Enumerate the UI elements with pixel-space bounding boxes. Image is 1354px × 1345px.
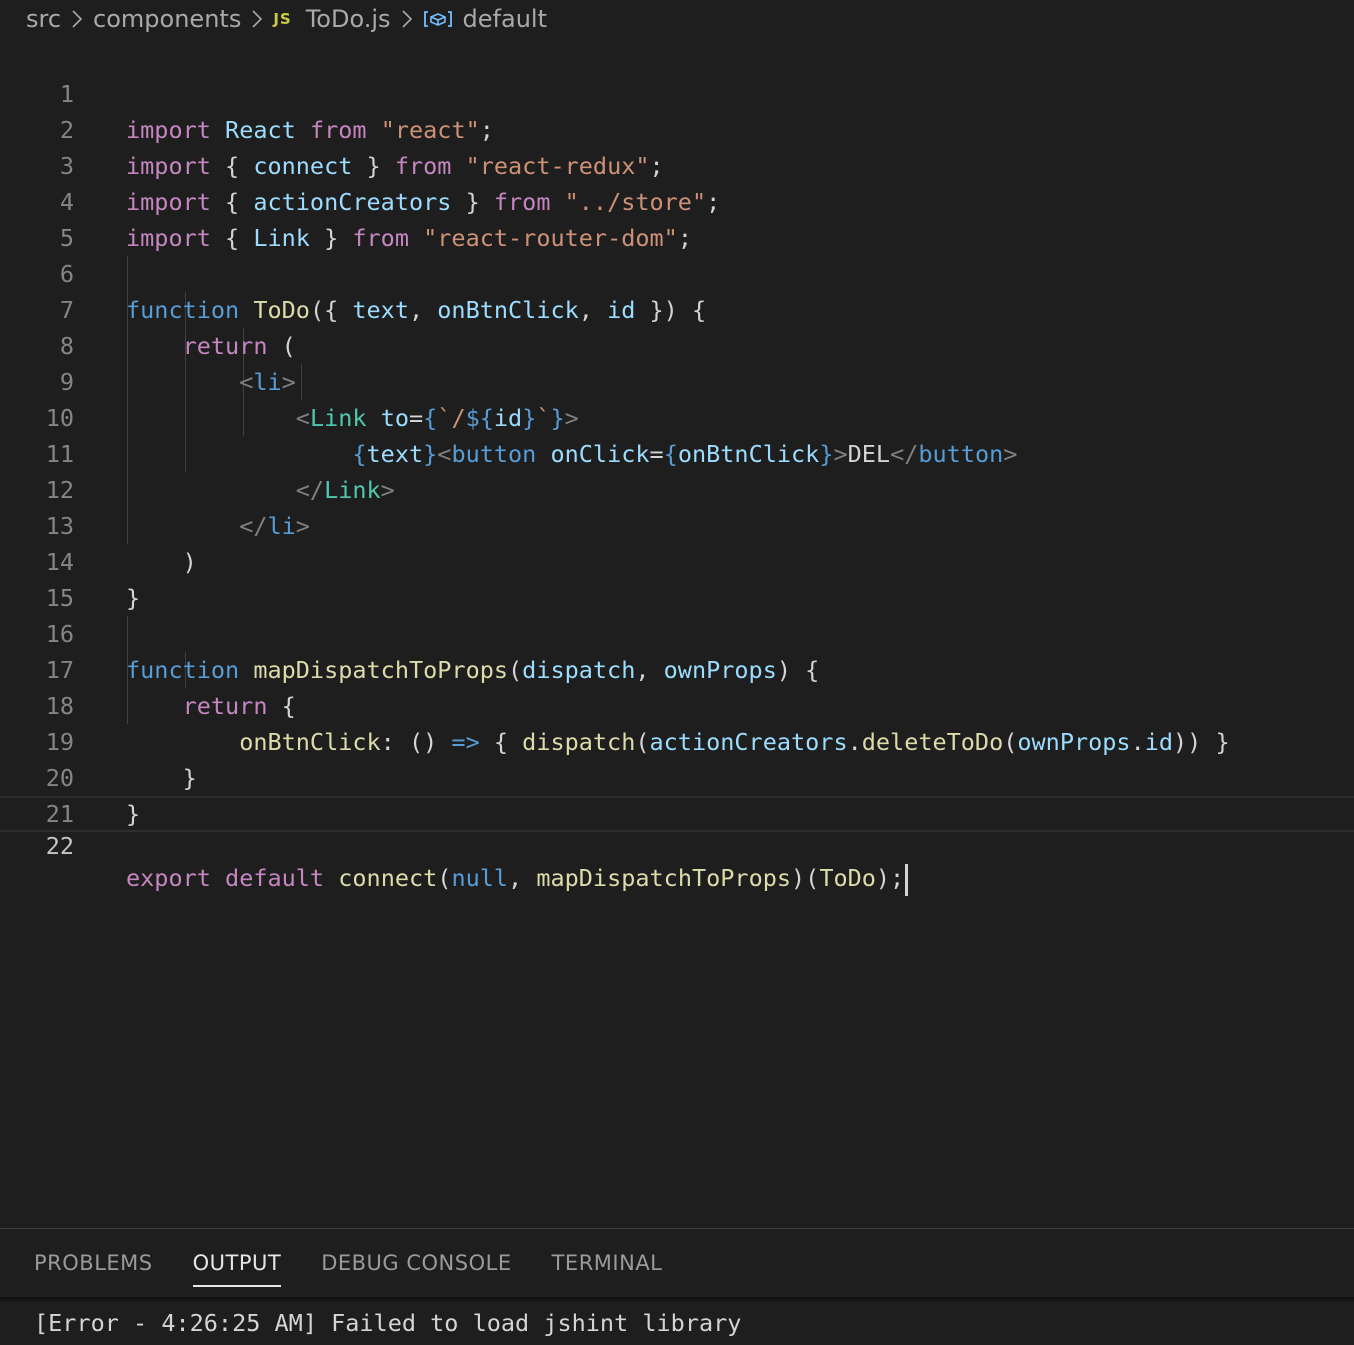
code-line[interactable]: 10 {text}<button onClick={onBtnClick}>DE… <box>0 364 1354 468</box>
code-line[interactable]: 9 <Link to={`/${id}`}> <box>0 328 1354 432</box>
bottom-panel: PROBLEMS OUTPUT DEBUG CONSOLE TERMINAL [… <box>0 1228 1354 1345</box>
output-log-line: [Error - 4:26:25 AM] Failed to load jshi… <box>34 1309 742 1337</box>
code-line[interactable]: 3 import { actionCreators } from "../sto… <box>0 112 1354 216</box>
chevron-right-icon <box>71 9 83 29</box>
code-line[interactable]: 15 <box>0 544 1354 612</box>
tab-problems[interactable]: PROBLEMS <box>34 1251 153 1287</box>
tab-debug-console[interactable]: DEBUG CONSOLE <box>321 1251 511 1287</box>
symbol-variable-icon <box>423 9 453 29</box>
text-cursor <box>905 863 909 896</box>
tab-output[interactable]: OUTPUT <box>192 1251 282 1287</box>
code-line[interactable]: 21 <box>0 760 1354 828</box>
code-line[interactable]: 12 </li> <box>0 436 1354 540</box>
tab-terminal[interactable]: TERMINAL <box>552 1251 663 1287</box>
code-line[interactable]: 17 return { <box>0 616 1354 720</box>
javascript-file-icon: JS <box>273 10 292 28</box>
panel-tabs: PROBLEMS OUTPUT DEBUG CONSOLE TERMINAL <box>34 1251 662 1287</box>
code-line[interactable]: 14 } <box>0 508 1354 612</box>
code-line[interactable]: 18 onBtnClick: () => { dispatch(actionCr… <box>0 652 1354 756</box>
line-number: 22 <box>45 832 74 860</box>
code-line-active[interactable]: 22 export default connect(null, mapDispa… <box>0 796 1354 896</box>
breadcrumb-symbol[interactable]: default <box>463 5 547 33</box>
code-line[interactable]: 5 <box>0 184 1354 252</box>
breadcrumb-folder-components[interactable]: components <box>93 5 241 33</box>
code-line[interactable]: 1 import React from "react"; <box>0 40 1354 144</box>
code-line[interactable]: 7 return ( <box>0 256 1354 360</box>
code-line[interactable]: 19 } <box>0 688 1354 792</box>
scroll-shadow <box>0 1297 1354 1303</box>
code-line[interactable]: 11 </Link> <box>0 400 1354 504</box>
code-line[interactable]: 8 <li> <box>0 292 1354 396</box>
chevron-right-icon <box>401 9 413 29</box>
code-line[interactable]: 13 ) <box>0 472 1354 576</box>
code-line[interactable]: 20 } <box>0 724 1354 828</box>
breadcrumb-file[interactable]: ToDo.js <box>306 5 391 33</box>
code-line[interactable]: 6 function ToDo({ text, onBtnClick, id }… <box>0 220 1354 324</box>
breadcrumb: src components JS ToDo.js default <box>0 0 1354 38</box>
code-line[interactable]: 4 import { Link } from "react-router-dom… <box>0 148 1354 252</box>
chevron-right-icon <box>251 9 263 29</box>
breadcrumb-folder-src[interactable]: src <box>26 5 61 33</box>
code-line[interactable]: 16 function mapDispatchToProps(dispatch,… <box>0 580 1354 684</box>
code-editor[interactable]: 1 import React from "react"; 2 import { … <box>0 40 1354 1228</box>
code-line[interactable]: 2 import { connect } from "react-redux"; <box>0 76 1354 180</box>
